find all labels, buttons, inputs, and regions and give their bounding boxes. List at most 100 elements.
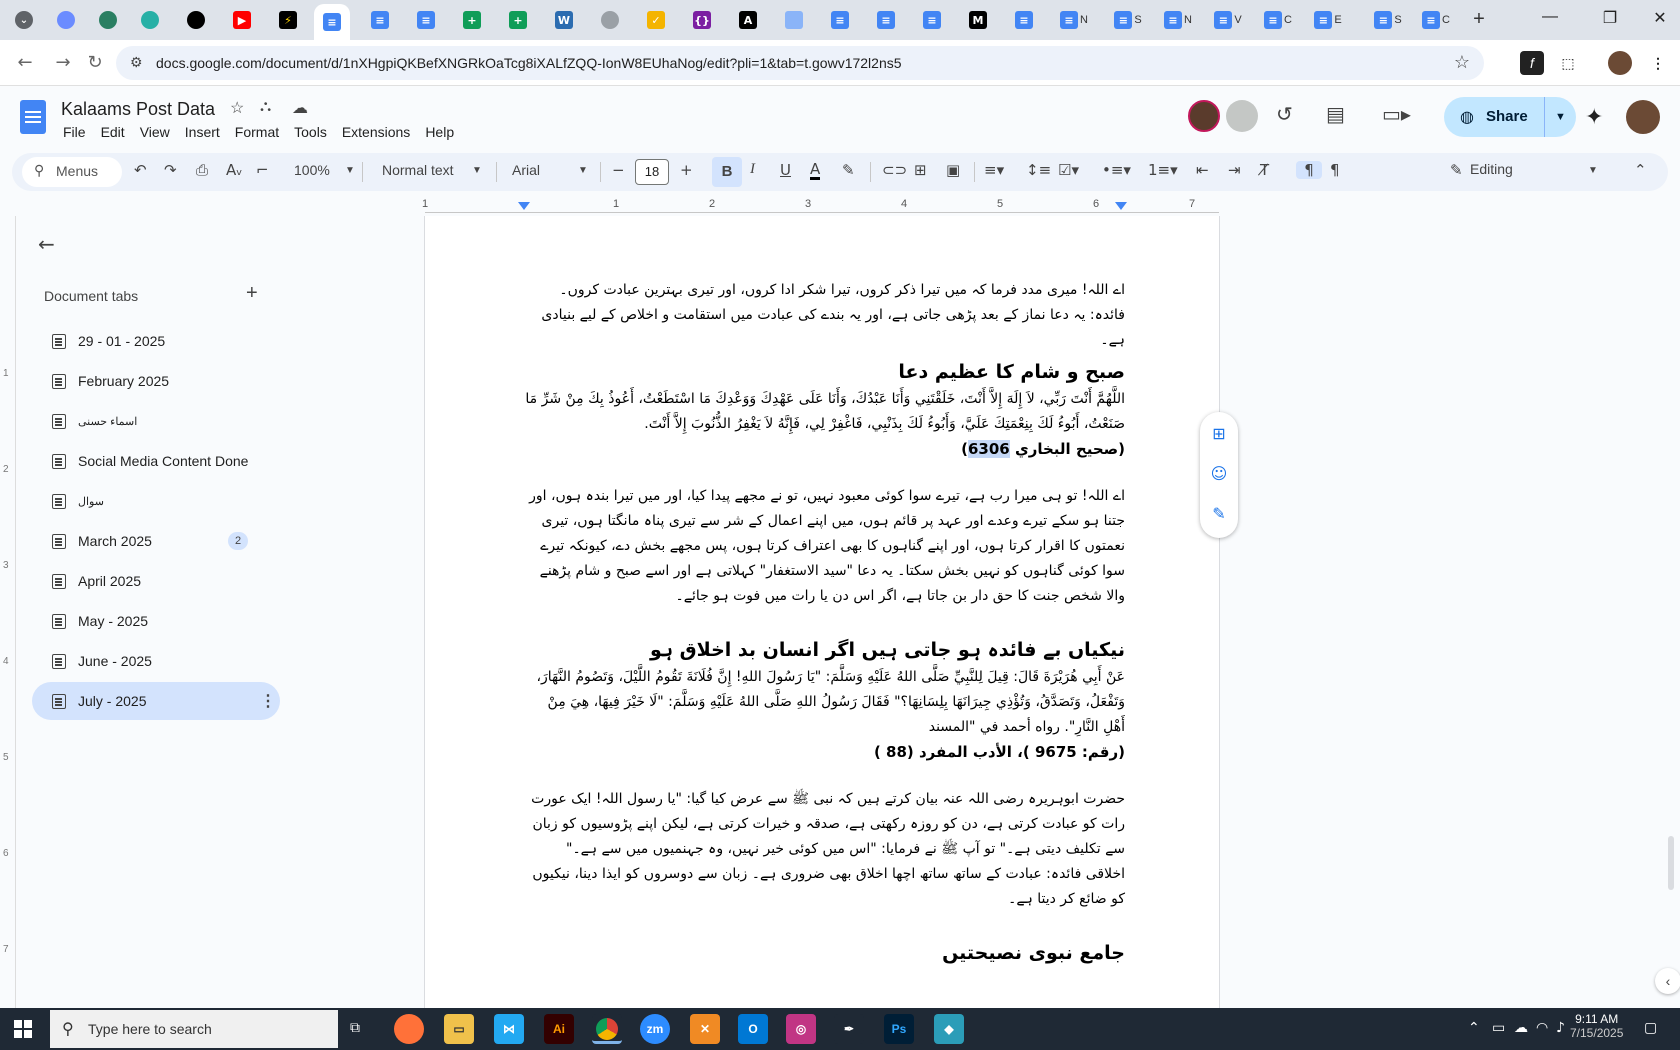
arabic-text[interactable]: اللَّهُمَّ أَنْتَ رَبِّي، لاَ إِلَهَ إِل…	[523, 387, 1125, 437]
browser-tab[interactable]: ≡ N	[1052, 6, 1096, 34]
browser-tab[interactable]: ≡	[914, 6, 950, 34]
tab-list-button[interactable]: ⌄	[6, 6, 42, 34]
sidebar-tab-item[interactable]: June - 2025	[32, 642, 280, 680]
browser-tab[interactable]: ≡	[1006, 6, 1042, 34]
instagram-icon[interactable]: ◎	[786, 1014, 816, 1044]
text-color-button[interactable]: A	[810, 161, 821, 180]
browser-tab[interactable]: ≡ V	[1206, 6, 1250, 34]
collaborator-avatar[interactable]	[1188, 100, 1220, 132]
xampp-icon[interactable]: ✕	[690, 1014, 720, 1044]
paragraph[interactable]: حضرت ابوہریرہ رضی اللہ عنہ بیان کرتے ہیں…	[523, 787, 1125, 912]
browser-tab[interactable]: ≡ N	[1156, 6, 1200, 34]
menu-edit[interactable]: Edit	[99, 124, 132, 140]
menu-file[interactable]: File	[61, 124, 93, 140]
browser-tab[interactable]: ▶	[224, 6, 260, 34]
browser-tab[interactable]: ⚡	[270, 6, 306, 34]
url-text[interactable]: docs.google.com/document/d/1nXHgpiQKBefX…	[156, 55, 902, 71]
decrease-font-size-icon[interactable]: −	[612, 161, 625, 179]
meet-icon[interactable]: ▭▸	[1382, 102, 1411, 126]
extensions-puzzle-icon[interactable]: ⬚	[1556, 51, 1580, 75]
browser-tab[interactable]: ≡	[362, 6, 398, 34]
reference-line[interactable]: (صحيح البخاري 6306)	[523, 437, 1125, 462]
bookmark-star-icon[interactable]: ☆	[1454, 52, 1470, 73]
version-history-icon[interactable]: ↺	[1276, 102, 1293, 126]
clear-formatting-icon[interactable]: T̸	[1260, 161, 1269, 179]
network-icon[interactable]: ▭	[1492, 1020, 1505, 1036]
share-dropdown[interactable]: ▼	[1544, 97, 1576, 137]
sidebar-tab-item-selected[interactable]: July - 2025 ⋮	[32, 682, 280, 720]
ltr-icon[interactable]: ¶	[1330, 161, 1340, 179]
volume-icon[interactable]: ♪	[1556, 1020, 1565, 1036]
suggest-edits-icon[interactable]: ✎	[1209, 504, 1229, 524]
illustrator-icon[interactable]: Ai	[544, 1014, 574, 1044]
profile-avatar[interactable]	[1608, 51, 1632, 75]
site-info-icon[interactable]: ⚙	[130, 54, 143, 71]
browser-tab[interactable]	[90, 6, 126, 34]
subtab-count-badge[interactable]: 2	[228, 532, 248, 550]
browser-tab[interactable]	[592, 6, 628, 34]
browser-tab[interactable]: ≡	[868, 6, 904, 34]
zoom-icon[interactable]: zm	[640, 1014, 670, 1044]
more-options-icon[interactable]: ⋮	[260, 691, 276, 711]
emoji-reaction-icon[interactable]: ☺	[1209, 464, 1229, 484]
line-spacing-icon[interactable]: ↕≡	[1026, 161, 1051, 179]
underline-button[interactable]: U	[780, 161, 791, 179]
photoshop-icon[interactable]: Ps	[884, 1014, 914, 1044]
minimize-button[interactable]: —	[1530, 8, 1570, 26]
paint-format-icon[interactable]: ⌐	[256, 161, 269, 179]
notification-icon[interactable]: ▢	[1644, 1020, 1657, 1036]
style-select[interactable]: Normal text	[382, 162, 454, 178]
extension-icon[interactable]: f	[1520, 51, 1544, 75]
address-bar[interactable]: ⚙ docs.google.com/document/d/1nXHgpiQKBe…	[116, 46, 1484, 80]
sidebar-tab-item[interactable]: اسماء حسنی	[32, 402, 280, 440]
link-icon[interactable]: ⊂⊃	[882, 161, 907, 179]
browser-tab-active[interactable]: ≡	[314, 4, 350, 40]
heading[interactable]: جامع نبوی نصیحتیں	[523, 938, 1125, 968]
spellcheck-icon[interactable]: Aᵥ	[226, 161, 243, 179]
app-icon[interactable]: ◆	[934, 1014, 964, 1044]
align-icon[interactable]: ≡▾	[984, 161, 1004, 179]
task-view-icon[interactable]: ⧉	[350, 1020, 360, 1036]
collaborators-icon[interactable]	[1226, 100, 1258, 132]
browser-tab[interactable]: A	[730, 6, 766, 34]
back-button[interactable]: ←	[12, 50, 38, 76]
menu-extensions[interactable]: Extensions	[340, 124, 417, 140]
document-page[interactable]: اے اللہ! میری مدد فرما کہ میں تیرا ذکر ک…	[424, 216, 1220, 1008]
browser-tab[interactable]	[776, 6, 812, 34]
browser-menu-icon[interactable]: ⋮	[1646, 51, 1670, 75]
chrome-icon[interactable]	[592, 1014, 622, 1044]
reference-line[interactable]: (رقم: 9675 )، الأدب المفرد (88 )	[523, 740, 1125, 765]
sidebar-tab-item[interactable]: April 2025	[32, 562, 280, 600]
share-button[interactable]: ◍ Share ▼	[1444, 97, 1576, 137]
browser-tab[interactable]: ≡ C	[1256, 6, 1300, 34]
rtl-icon[interactable]: ¶	[1296, 161, 1322, 179]
increase-indent-icon[interactable]: ⇥	[1228, 161, 1241, 179]
expand-panel-icon[interactable]: ‹	[1655, 968, 1680, 994]
comments-icon[interactable]: ▤	[1326, 102, 1345, 126]
browser-tab[interactable]: M	[960, 6, 996, 34]
paragraph[interactable]: اے اللہ! میری مدد فرما کہ میں تیرا ذکر ک…	[523, 278, 1125, 353]
font-select[interactable]: Arial	[512, 162, 540, 178]
sidebar-tab-item[interactable]: February 2025	[32, 362, 280, 400]
add-comment-icon[interactable]: ⊞	[1209, 424, 1229, 444]
account-avatar[interactable]	[1626, 100, 1660, 134]
scrollbar-thumb[interactable]	[1668, 836, 1674, 890]
italic-button[interactable]: I	[750, 161, 755, 178]
browser-tab[interactable]: +	[500, 6, 536, 34]
undo-icon[interactable]: ↶	[134, 161, 147, 179]
add-comment-icon[interactable]: ⊞	[914, 161, 927, 179]
browser-tab[interactable]: ≡	[822, 6, 858, 34]
forward-button[interactable]: →	[50, 50, 76, 76]
paragraph[interactable]: اے اللہ! تو ہی میرا رب ہے، تیرے سوا کوئی…	[523, 484, 1125, 609]
browser-tab[interactable]: ≡ S	[1106, 6, 1150, 34]
browser-tab[interactable]: ✓	[638, 6, 674, 34]
sidebar-tab-item[interactable]: March 2025 2	[32, 522, 280, 560]
restore-button[interactable]: ❐	[1590, 8, 1630, 28]
browser-tab[interactable]: ≡ E	[1306, 6, 1350, 34]
add-tab-button[interactable]: +	[246, 282, 258, 305]
numbered-list-icon[interactable]: 1≡▾	[1148, 161, 1178, 179]
browser-tab[interactable]	[178, 6, 214, 34]
back-arrow-icon[interactable]: ←	[38, 232, 55, 256]
selected-text[interactable]: 6306	[967, 440, 1010, 458]
file-explorer-icon[interactable]: ▭	[444, 1014, 474, 1044]
